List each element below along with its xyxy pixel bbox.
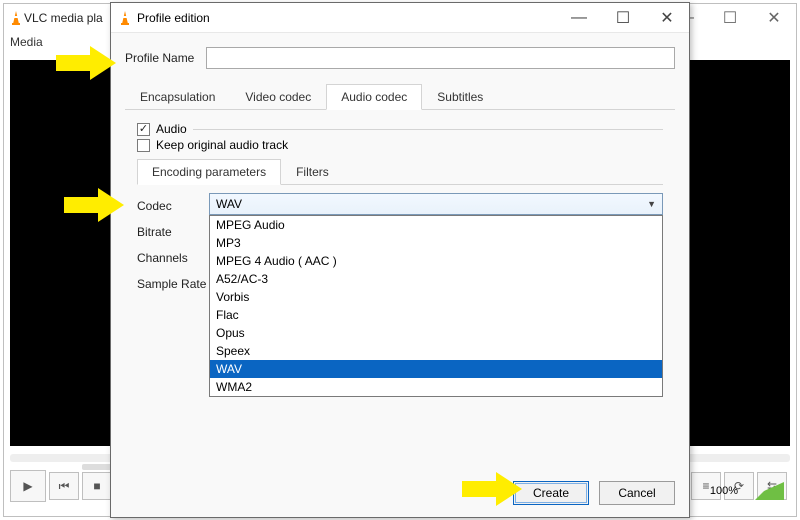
dialog-maximize-button[interactable]: ☐ — [601, 3, 645, 33]
bg-menu-media[interactable]: Media — [10, 35, 43, 49]
keep-original-row[interactable]: Keep original audio track — [137, 138, 663, 152]
bg-maximize-button[interactable]: ☐ — [708, 4, 752, 32]
codec-option[interactable]: MP3 — [210, 234, 662, 252]
codec-dropdown-list[interactable]: MPEG AudioMP3MPEG 4 Audio ( AAC )A52/AC-… — [209, 215, 663, 397]
audio-checkbox-label: Audio — [156, 122, 187, 136]
keep-original-checkbox[interactable] — [137, 139, 150, 152]
codec-option[interactable]: Vorbis — [210, 288, 662, 306]
tab-video-codec[interactable]: Video codec — [230, 84, 326, 110]
codec-label: Codec — [137, 193, 209, 219]
sample-rate-label: Sample Rate — [137, 271, 209, 297]
codec-combo-value: WAV — [216, 197, 242, 211]
tab-encoding-parameters[interactable]: Encoding parameters — [137, 159, 281, 185]
profile-edition-dialog: Profile edition — ☐ ✕ Profile Name Encap… — [110, 2, 690, 518]
profile-name-input[interactable] — [206, 47, 675, 69]
channels-label: Channels — [137, 245, 209, 271]
vlc-cone-icon — [8, 10, 24, 26]
separator — [193, 129, 663, 130]
codec-option[interactable]: Speex — [210, 342, 662, 360]
codec-option[interactable]: Flac — [210, 306, 662, 324]
cancel-button[interactable]: Cancel — [599, 481, 675, 505]
codec-combobox[interactable]: WAV ▼ — [209, 193, 663, 215]
dialog-close-button[interactable]: ✕ — [645, 3, 689, 33]
codec-option[interactable]: WAV — [210, 360, 662, 378]
volume-triangle-icon[interactable] — [744, 482, 784, 500]
top-tabstrip: Encapsulation Video codec Audio codec Su… — [125, 83, 675, 110]
vlc-cone-icon — [117, 10, 133, 26]
tab-filters[interactable]: Filters — [281, 159, 344, 185]
keep-original-label: Keep original audio track — [156, 138, 288, 152]
tab-subtitles[interactable]: Subtitles — [422, 84, 498, 110]
prev-button[interactable]: ⏮ — [49, 472, 79, 500]
play-button[interactable]: ▶ — [10, 470, 46, 502]
bitrate-label: Bitrate — [137, 219, 209, 245]
volume-label: 100% — [710, 485, 738, 497]
codec-option[interactable]: A52/AC-3 — [210, 270, 662, 288]
stop-button[interactable]: ■ — [82, 472, 112, 500]
profile-name-label: Profile Name — [125, 51, 194, 65]
codec-option[interactable]: Opus — [210, 324, 662, 342]
dialog-minimize-button[interactable]: — — [557, 3, 601, 33]
codec-option[interactable]: MPEG 4 Audio ( AAC ) — [210, 252, 662, 270]
bg-close-button[interactable]: ✕ — [752, 4, 796, 32]
tab-encapsulation[interactable]: Encapsulation — [125, 84, 230, 110]
create-button[interactable]: Create — [513, 481, 589, 505]
audio-checkbox-row[interactable]: Audio — [137, 122, 663, 136]
tab-audio-codec[interactable]: Audio codec — [326, 84, 422, 110]
volume-display[interactable]: 100% — [710, 482, 784, 500]
inner-tabstrip: Encoding parameters Filters — [137, 158, 663, 185]
dialog-title: Profile edition — [133, 11, 210, 25]
chevron-down-icon: ▼ — [647, 199, 656, 209]
codec-option[interactable]: MPEG Audio — [210, 216, 662, 234]
dialog-titlebar: Profile edition — ☐ ✕ — [111, 3, 689, 33]
bg-window-title: VLC media pla — [24, 11, 103, 25]
audio-checkbox[interactable] — [137, 123, 150, 136]
codec-option[interactable]: WMA2 — [210, 378, 662, 396]
